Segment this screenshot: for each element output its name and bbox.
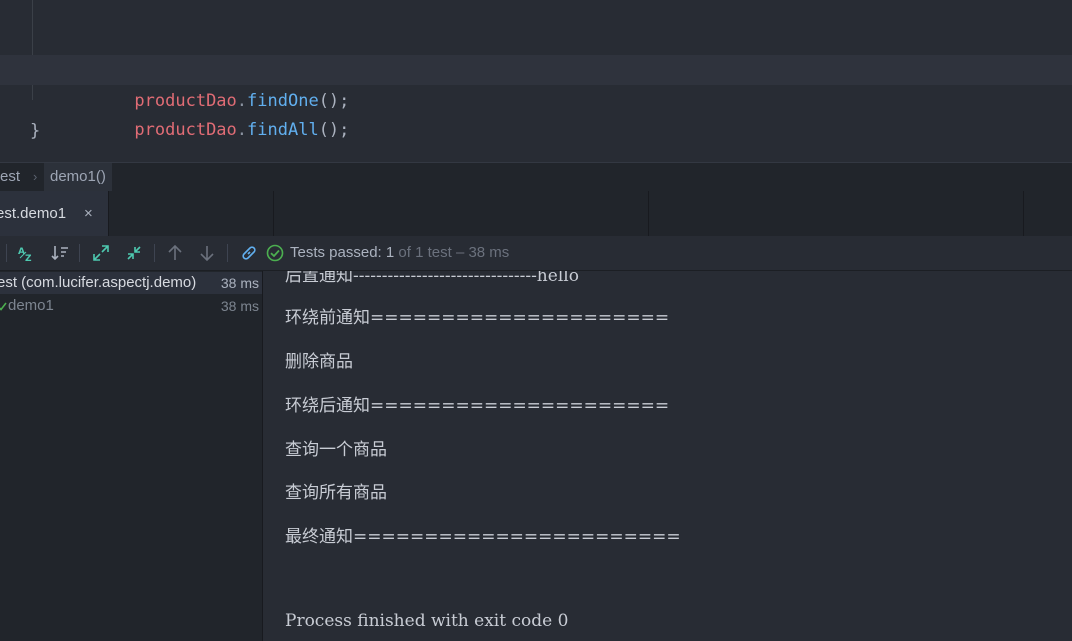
breadcrumb-item-method[interactable]: demo1() (44, 163, 112, 191)
status-prefix: Tests passed: (290, 244, 382, 261)
close-icon[interactable]: × (84, 191, 93, 236)
console-line: 删除商品 (285, 352, 353, 372)
status-suffix: of 1 test – 38 ms (398, 244, 510, 261)
code-line[interactable]: } (0, 86, 1072, 141)
check-circle-icon (266, 244, 284, 262)
code-method: findAll (247, 120, 319, 140)
console-line: 查询一个商品 (285, 440, 387, 460)
tab-label: est.demo1 (0, 205, 67, 222)
svg-text:A: A (18, 247, 25, 257)
console-exit-line: Process finished with exit code 0 (285, 611, 569, 631)
test-runner-toolbar: A Z Tests passed: 1 of 1 test – 38 ms (0, 236, 1072, 271)
toolbar-separator (79, 244, 80, 262)
console-line: 查询所有商品 (285, 483, 387, 503)
tab-divider (108, 191, 109, 236)
tree-item-label: demo1 (8, 297, 54, 314)
console-output[interactable]: 后置通知--------------------------------hell… (263, 271, 1072, 641)
console-line: 环绕前通知===================== (285, 308, 670, 328)
toolbar-separator (6, 244, 7, 262)
closing-brace: } (30, 121, 41, 141)
previous-failed-icon[interactable] (165, 243, 185, 263)
tree-item-label: est (com.lucifer.aspectj.demo) (0, 274, 197, 291)
code-variable: productDao (134, 120, 237, 140)
next-failed-icon[interactable] (197, 243, 217, 263)
code-editor[interactable]: productDao.delete(); productDao.findOne(… (0, 0, 1072, 162)
code-line[interactable]: productDao.delete(); (0, 0, 1072, 81)
tab-divider (1023, 191, 1024, 236)
tab-divider (273, 191, 274, 236)
console-line: 环绕后通知===================== (285, 396, 670, 416)
code-punctuation: (); (318, 120, 350, 140)
status-count: 1 (385, 244, 395, 261)
sort-duration-icon[interactable] (50, 243, 70, 263)
sort-alpha-icon[interactable]: A Z (17, 243, 37, 263)
console-line: 后置通知--------------------------------hell… (285, 271, 579, 286)
code-dot: . (236, 120, 248, 140)
tree-item-test-class[interactable]: est (com.lucifer.aspectj.demo) 38 ms (0, 272, 262, 294)
code-line-current[interactable]: productDao.findAll(); (0, 55, 1072, 140)
run-tab-bar: est.demo1 × (0, 191, 1072, 237)
expand-all-icon[interactable] (91, 243, 111, 263)
code-line[interactable]: productDao.findOne(); (0, 26, 1072, 111)
console-line: 最终通知======================= (285, 527, 681, 547)
tab-run-configuration[interactable]: est.demo1 × (0, 191, 108, 236)
link-icon[interactable] (239, 243, 259, 263)
svg-text:Z: Z (25, 254, 32, 263)
collapse-all-icon[interactable] (124, 243, 144, 263)
test-results-tree[interactable]: est (com.lucifer.aspectj.demo) 38 ms dem… (0, 271, 263, 641)
tree-item-test-method[interactable]: demo1 38 ms (0, 295, 262, 317)
toolbar-separator (154, 244, 155, 262)
breadcrumb-separator: › (33, 169, 38, 184)
test-passed-icon (0, 302, 7, 311)
toolbar-separator (227, 244, 228, 262)
tab-divider (648, 191, 649, 236)
breadcrumb-item-class[interactable]: est (0, 163, 20, 191)
tree-item-duration: 38 ms (220, 275, 259, 291)
breadcrumb: est › demo1() (0, 162, 1072, 191)
tree-item-duration: 38 ms (220, 298, 259, 314)
